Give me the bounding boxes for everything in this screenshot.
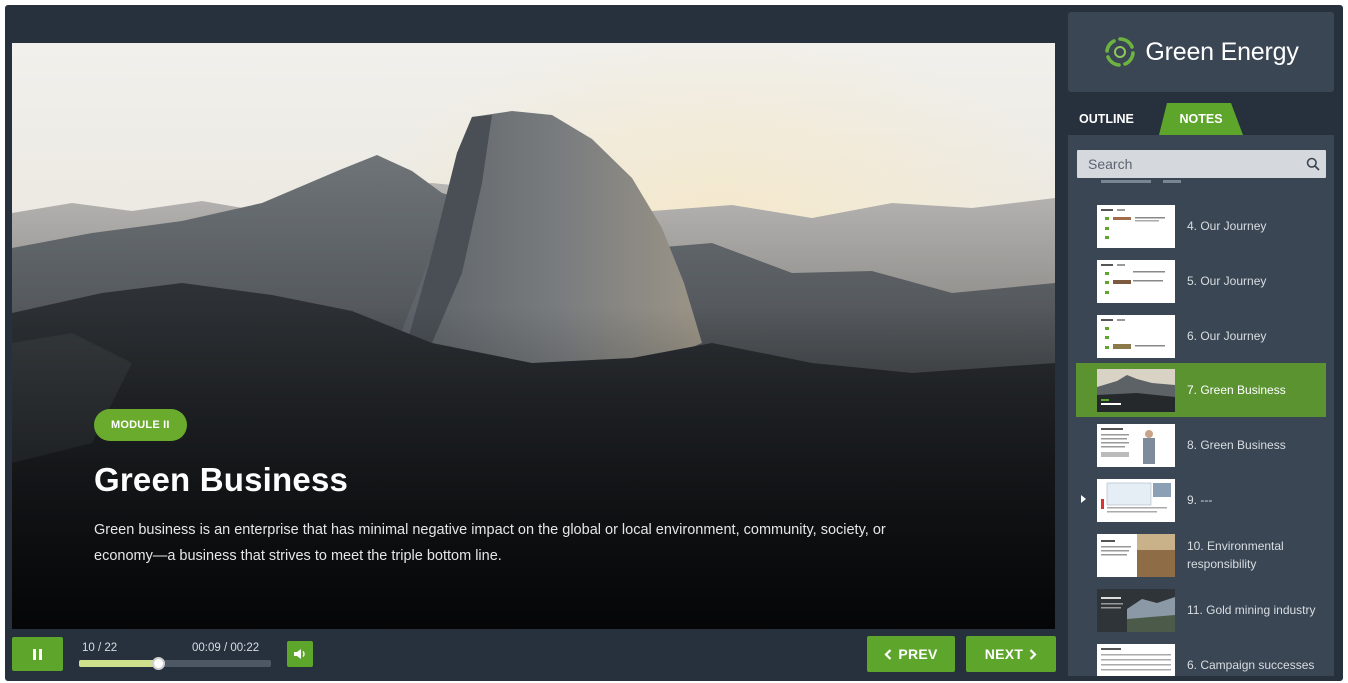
time-total: 00:22 xyxy=(230,642,260,654)
outline-item-label: 9. --- xyxy=(1187,493,1213,507)
prev-label: PREV xyxy=(898,646,938,662)
module-badge: MODULE II xyxy=(94,409,187,441)
search-box xyxy=(1077,150,1326,178)
speaker-icon xyxy=(294,649,305,659)
brand-logo: Green Energy xyxy=(1068,12,1334,92)
slide-canvas: MODULE II Green Business Green business … xyxy=(12,43,1055,629)
search-input[interactable] xyxy=(1077,150,1297,178)
slide-thumbnail xyxy=(1097,589,1175,632)
outline-item-9[interactable]: 9. --- xyxy=(1076,473,1326,527)
slide-thumbnail xyxy=(1097,260,1175,303)
slide-thumbnail xyxy=(1097,205,1175,248)
pause-button[interactable] xyxy=(12,637,63,671)
outline-item-campaign[interactable]: 6. Campaign successes xyxy=(1076,638,1326,676)
tab-notes-label: NOTES xyxy=(1179,112,1223,126)
outline-item-label: 11. Gold mining industry xyxy=(1187,603,1316,617)
green-energy-logo-icon xyxy=(1105,37,1136,67)
outline-item-label: 7. Green Business xyxy=(1187,383,1286,397)
slide-thumbnail xyxy=(1097,424,1175,467)
slide-counter: 10 / 22 xyxy=(82,642,118,654)
outline-item-10[interactable]: 10. Environmental responsibility xyxy=(1076,528,1326,582)
progress-fill xyxy=(79,660,158,667)
outline-item-11[interactable]: 11. Gold mining industry xyxy=(1076,583,1326,637)
outline-item-7[interactable]: 7. Green Business xyxy=(1076,363,1326,417)
slide-thumbnail xyxy=(1097,369,1175,412)
time-readout: 00:09 / 00:22 xyxy=(192,642,259,654)
brand-name: Green Energy xyxy=(1145,37,1299,66)
outline-item-label: 8. Green Business xyxy=(1187,438,1286,452)
time-separator: / xyxy=(220,642,231,654)
outline-item-5[interactable]: 5. Our Journey xyxy=(1076,254,1326,308)
next-label: NEXT xyxy=(984,646,1024,662)
outline-item-label: 6. Our Journey xyxy=(1187,329,1267,343)
progress-handle[interactable] xyxy=(151,657,165,670)
outline-item-label: 5. Our Journey xyxy=(1187,274,1267,288)
outline-item-6[interactable]: 6. Our Journey xyxy=(1076,309,1326,363)
expand-arrow-icon[interactable] xyxy=(1081,495,1086,503)
outline-item-label: 10. Environmental responsibility xyxy=(1187,539,1284,571)
chevron-left-icon xyxy=(884,648,892,660)
outline-item-label: 4. Our Journey xyxy=(1187,219,1267,233)
volume-button[interactable] xyxy=(287,641,313,667)
slide-thumbnail xyxy=(1097,534,1175,577)
slide-thumbnail xyxy=(1097,315,1175,358)
tab-notes[interactable]: NOTES xyxy=(1159,103,1243,135)
outline-panel: 4. Our Journey 5. Our Journey 6. Our Jou… xyxy=(1068,135,1334,676)
slide-thumbnail xyxy=(1097,644,1175,676)
slide-title: Green Business xyxy=(94,461,349,498)
next-button[interactable]: NEXT xyxy=(966,636,1056,672)
list-scroll-marker xyxy=(1101,180,1181,183)
outline-item-4[interactable]: 4. Our Journey xyxy=(1076,199,1326,253)
chevron-right-icon xyxy=(1029,648,1037,660)
outline-item-label: 6. Campaign successes xyxy=(1187,658,1315,672)
outline-item-8[interactable]: 8. Green Business xyxy=(1076,418,1326,472)
time-current: 00:09 xyxy=(192,642,221,654)
search-icon[interactable] xyxy=(1306,157,1320,171)
progress-bar[interactable] xyxy=(79,657,271,670)
tab-outline[interactable]: OUTLINE xyxy=(1068,103,1156,135)
slide-thumbnail xyxy=(1097,479,1175,522)
slide-description: Green business is an enterprise that has… xyxy=(94,522,886,564)
prev-button[interactable]: PREV xyxy=(867,636,955,672)
pause-icon xyxy=(33,648,42,660)
